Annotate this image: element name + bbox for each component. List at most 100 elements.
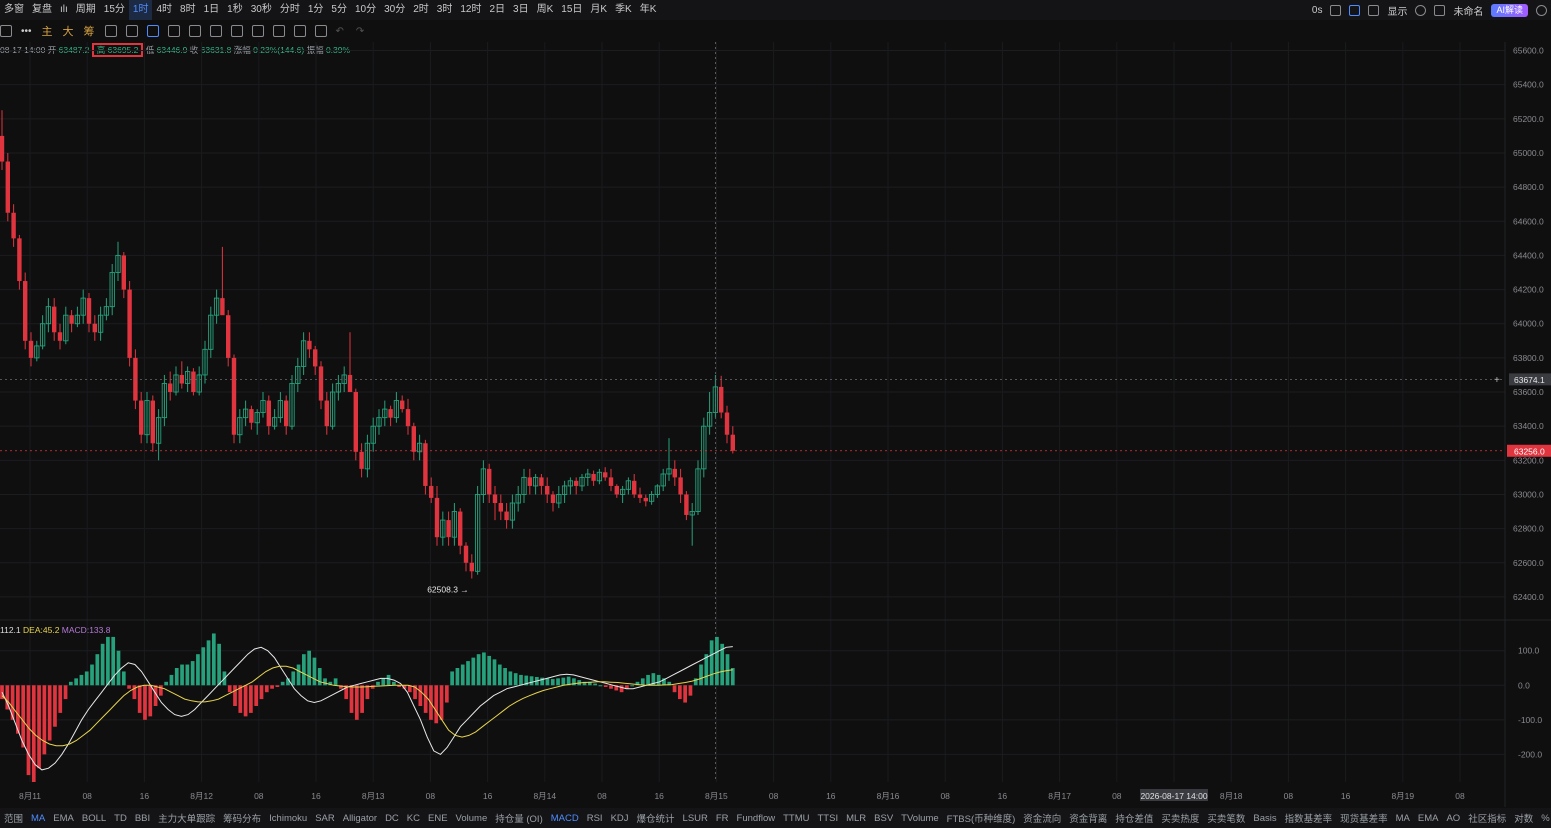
note-icon[interactable] <box>251 25 264 37</box>
sub-indicator-item[interactable]: 买卖热度 <box>1157 811 1203 825</box>
sub-indicator-item[interactable]: 爆仓统计 <box>633 811 679 825</box>
chips-toggle[interactable]: 筹 <box>84 23 95 39</box>
timeframe-item[interactable]: 4时 <box>152 0 176 20</box>
timeframe-item[interactable]: 季K <box>611 0 636 20</box>
timeframe-item[interactable]: 2日 <box>485 0 509 20</box>
show-button[interactable]: 显示 <box>1387 3 1407 18</box>
layout-icon[interactable] <box>0 25 12 37</box>
lock-icon[interactable] <box>230 25 243 37</box>
timeframe-item[interactable]: ılı <box>56 0 72 20</box>
window-icon[interactable] <box>1368 4 1380 16</box>
timeframe-item[interactable]: 1分 <box>304 0 328 20</box>
sub-indicator-item[interactable]: 买卖笔数 <box>1203 811 1249 825</box>
sub-indicator-item[interactable]: BSV <box>870 813 897 824</box>
sub-indicator-item[interactable]: 持仓量 (OI) <box>491 811 547 825</box>
brush-icon[interactable] <box>188 25 201 37</box>
timeframe-item[interactable]: 多窗 <box>0 0 28 20</box>
range-button[interactable]: 范围 <box>0 811 27 825</box>
sub-indicator-item[interactable]: TVolume <box>897 813 943 824</box>
timeframe-item[interactable]: 月K <box>586 0 611 20</box>
timeframe-item[interactable]: 周期 <box>72 0 100 20</box>
timeframe-item[interactable]: 1日 <box>200 0 224 20</box>
main-indicator-item[interactable]: 筹码分布 <box>219 811 265 825</box>
camera-icon[interactable] <box>1330 4 1342 16</box>
timeframe-item[interactable]: 15分 <box>100 0 129 20</box>
main-indicator-item[interactable]: MA <box>27 813 49 824</box>
big-order-toggle[interactable]: 大 <box>63 23 74 39</box>
sub-indicator-item[interactable]: RSI <box>583 813 607 824</box>
timeframe-item[interactable]: 年K <box>636 0 661 20</box>
sub-indicator-item[interactable]: 现货基差率 <box>1336 811 1392 825</box>
redo-icon[interactable]: ↷ <box>356 26 364 37</box>
indicator-icon[interactable] <box>104 25 117 37</box>
main-indicator-item[interactable]: SAR <box>311 813 339 824</box>
gear-icon[interactable] <box>1415 4 1427 16</box>
sub-indicator-item[interactable]: KDJ <box>607 813 633 824</box>
main-indicator-item[interactable]: KC <box>403 813 424 824</box>
main-chart-toggle[interactable]: 主 <box>42 23 53 39</box>
chart-canvas[interactable]: 62400.0 62600.0 62800.0 63000.0 63200.0 63400… <box>0 42 1551 808</box>
bottom-right-item[interactable]: 社区指标 <box>1464 811 1510 825</box>
sub-indicator-item[interactable]: 指数基差率 <box>1281 811 1337 825</box>
eye-icon[interactable] <box>272 25 285 37</box>
timeframe-item[interactable]: 3日 <box>509 0 533 20</box>
layout-name-button[interactable]: 未命名 <box>1453 3 1483 18</box>
main-indicator-item[interactable]: EMA <box>49 813 78 824</box>
main-indicator-item[interactable]: BBI <box>131 813 154 824</box>
timeframe-item[interactable]: 12时 <box>456 0 485 20</box>
timeframe-item[interactable]: 10分 <box>351 0 380 20</box>
timeframe-item[interactable]: 8时 <box>176 0 200 20</box>
main-indicator-item[interactable]: Alligator <box>339 813 381 824</box>
sub-indicator-item[interactable]: AO <box>1442 813 1464 824</box>
magnet-icon[interactable] <box>125 25 138 37</box>
more-icon[interactable]: ••• <box>21 26 32 37</box>
timeframe-item[interactable]: 1时 <box>128 0 153 20</box>
timeframe-item[interactable]: 30分 <box>380 0 409 20</box>
timeframe-item[interactable]: 2时 <box>409 0 433 20</box>
sub-indicator-item[interactable]: MA <box>1392 813 1414 824</box>
timeframe-item[interactable]: 30秒 <box>247 0 276 20</box>
sub-indicator-item[interactable]: MLR <box>842 813 870 824</box>
main-indicator-item[interactable]: DC <box>381 813 403 824</box>
trash-icon[interactable] <box>314 25 327 37</box>
cursor-icon[interactable] <box>146 25 159 37</box>
timeframe-item[interactable]: 15日 <box>557 0 586 20</box>
main-indicator-item[interactable]: 主力大单跟踪 <box>154 811 219 825</box>
sub-indicator-item[interactable]: FTBS(币种维度) <box>943 811 1020 825</box>
pencil-icon[interactable] <box>167 25 180 37</box>
sub-indicator-item[interactable]: 资金背离 <box>1065 811 1111 825</box>
sub-indicator-item[interactable]: EMA <box>1414 813 1443 824</box>
timeframe-item[interactable]: 3时 <box>433 0 457 20</box>
ai-interpret-button[interactable]: AI解读 <box>1491 3 1528 17</box>
sub-indicator-item[interactable]: MACD <box>547 813 583 824</box>
timeframe-item[interactable]: 分时 <box>276 0 304 20</box>
sub-indicator-item[interactable]: TTMU <box>779 813 813 824</box>
sub-indicator-item[interactable]: FR <box>712 813 733 824</box>
sub-indicator-item[interactable]: Volume <box>452 813 492 824</box>
sub-indicator-item[interactable]: Fundflow <box>733 813 780 824</box>
sub-indicator-item[interactable]: LSUR <box>679 813 712 824</box>
bottom-right-item[interactable]: % <box>1537 813 1551 824</box>
timeframe-item[interactable]: 5分 <box>327 0 351 20</box>
edit-icon[interactable] <box>1349 4 1361 16</box>
sub-indicator-item[interactable]: TTSI <box>814 813 843 824</box>
sub-indicator-item[interactable]: 持仓差值 <box>1111 811 1157 825</box>
timeframe-item[interactable]: 周K <box>533 0 558 20</box>
main-indicator-item[interactable]: Ichimoku <box>265 813 311 824</box>
main-indicator-item[interactable]: TD <box>110 813 131 824</box>
timeframe-item[interactable]: 1秒 <box>223 0 247 20</box>
timeframe-item[interactable]: 复盘 <box>28 0 56 20</box>
main-indicator-item[interactable]: ENE <box>424 813 452 824</box>
candle-body <box>347 374 353 393</box>
pattern-icon[interactable] <box>209 25 222 37</box>
undo-icon[interactable]: ↶ <box>336 26 344 37</box>
sub-indicator-item[interactable]: 资金流向 <box>1019 811 1065 825</box>
main-indicator-item[interactable]: BOLL <box>78 813 110 824</box>
filter-icon[interactable] <box>293 25 306 37</box>
macd-histogram-bar <box>392 681 396 686</box>
sub-indicator-item[interactable]: Basis <box>1249 813 1280 824</box>
bottom-right-item[interactable]: 对数 <box>1510 811 1537 825</box>
share-icon[interactable] <box>1536 4 1547 16</box>
macd-histogram-bar <box>164 681 169 686</box>
fullscreen-icon[interactable] <box>1434 4 1446 16</box>
